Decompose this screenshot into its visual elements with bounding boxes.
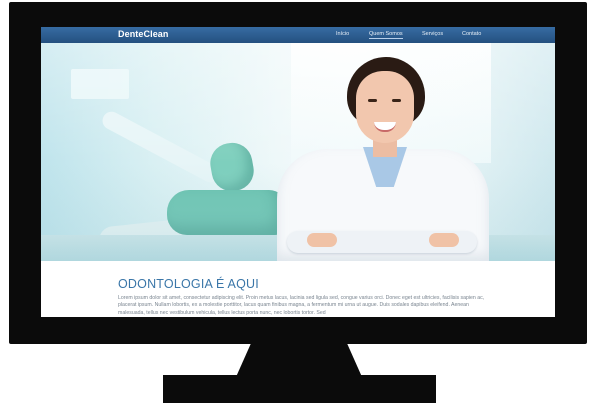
hero-banner-image [41, 43, 555, 261]
doctor-face [356, 71, 414, 143]
top-navigation-bar: DenteClean Início Quem Somos Serviços Co… [41, 27, 555, 43]
nav-item-servicos[interactable]: Serviços [422, 31, 443, 37]
monitor-stand-base [163, 375, 436, 403]
doctor-right-eye [392, 99, 401, 102]
monitor-stand-neck [236, 343, 362, 377]
site-logo[interactable]: DenteClean [118, 29, 169, 39]
doctor-right-hand [429, 233, 459, 247]
nav-item-quem-somos[interactable]: Quem Somos [369, 31, 403, 39]
doctor-left-hand [307, 233, 337, 247]
nav-item-contato[interactable]: Contato [462, 31, 481, 37]
section-heading: ODONTOLOGIA É AQUI [118, 277, 259, 291]
doctor-left-eye [368, 99, 377, 102]
nav-item-inicio[interactable]: Início [336, 31, 349, 37]
intro-paragraph: Lorem ipsum dolor sit amet, consectetur … [118, 295, 485, 316]
website-screen: DenteClean Início Quem Somos Serviços Co… [41, 27, 555, 317]
